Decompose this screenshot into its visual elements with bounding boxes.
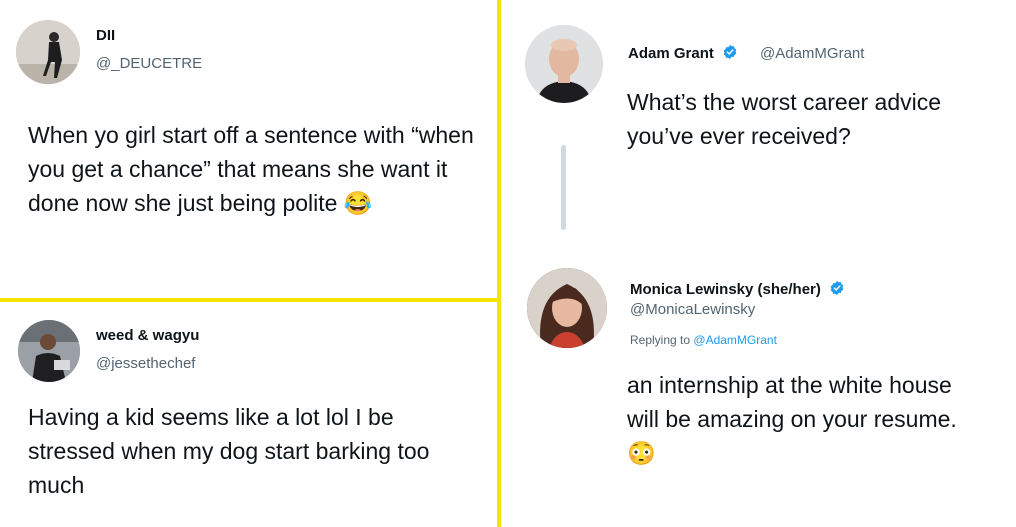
avatar-dii[interactable] (16, 20, 80, 84)
person-photo-icon (525, 25, 603, 103)
meme-collage: DII @_DEUCETRE When yo girl start off a … (0, 0, 1016, 527)
avatar-adam-grant[interactable] (525, 25, 603, 103)
avatar-weed-wagyu[interactable] (18, 320, 80, 382)
verified-badge-icon (723, 45, 737, 59)
display-name[interactable]: DII (96, 27, 115, 44)
display-name-text: Adam Grant (628, 45, 714, 62)
yellow-divider-horizontal (0, 298, 499, 302)
tears-of-joy-emoji-icon: 😂 (343, 190, 373, 216)
verified-badge-icon (830, 281, 844, 295)
display-name-text: Monica Lewinsky (she/her) (630, 281, 821, 298)
replying-to-line: Replying to @AdamMGrant (630, 333, 777, 347)
replying-to-mention-link[interactable]: @AdamMGrant (693, 333, 777, 347)
tweet-text-content: When yo girl start off a sentence with “… (28, 122, 474, 216)
user-handle[interactable]: @AdamMGrant (760, 45, 864, 62)
flushed-face-emoji-icon: 😳 (627, 440, 656, 466)
person-photo-icon (16, 20, 80, 84)
replying-to-label: Replying to (630, 333, 691, 347)
tweet-text: Having a kid seems like a lot lol I be s… (28, 404, 430, 498)
tweet-text: What’s the worst career advice you’ve ev… (627, 89, 942, 149)
user-handle[interactable]: @jessethechef (96, 355, 195, 372)
tweet-text: When yo girl start off a sentence with “… (28, 118, 483, 220)
person-photo-icon (527, 268, 607, 348)
person-photo-icon (18, 320, 80, 382)
display-name[interactable]: Monica Lewinsky (she/her) (630, 280, 845, 298)
avatar-monica-lewinsky[interactable] (527, 268, 607, 348)
tweet-text-content: an internship at the white house will be… (627, 372, 957, 432)
yellow-divider-vertical (497, 0, 501, 527)
tweet-text: an internship at the white house will be… (627, 368, 957, 470)
display-name[interactable]: Adam Grant (628, 44, 738, 62)
user-handle[interactable]: @_DEUCETRE (96, 55, 202, 72)
user-handle[interactable]: @MonicaLewinsky (630, 301, 755, 318)
thread-connector-line (561, 145, 566, 230)
display-name[interactable]: weed & wagyu (96, 327, 199, 344)
